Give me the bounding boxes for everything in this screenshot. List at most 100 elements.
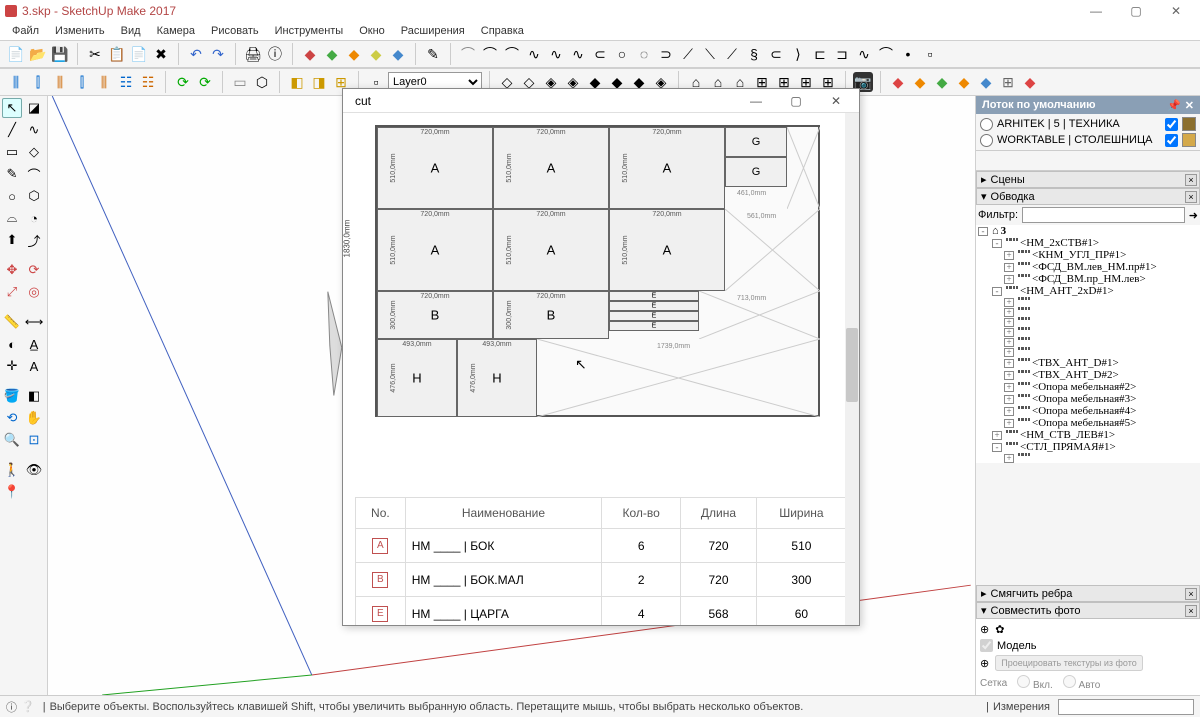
bezier2-button[interactable]: ∿ — [546, 44, 566, 64]
3dtext-tool[interactable]: A — [24, 356, 44, 376]
soften-collapse-icon[interactable]: × — [1185, 588, 1197, 600]
copy-button[interactable]: 📋 — [107, 44, 127, 64]
menu-Камера[interactable]: Камера — [149, 25, 203, 37]
angle-button[interactable]: ⟩ — [788, 44, 808, 64]
curve5-button[interactable]: ⟋ — [722, 44, 742, 64]
polygon-tool[interactable]: ⬡ — [24, 186, 44, 206]
box2-button[interactable]: ◨ — [309, 72, 329, 92]
square-button[interactable]: ▫ — [920, 44, 940, 64]
arc3-button[interactable]: ⌒ — [502, 44, 522, 64]
rect-tool[interactable]: ▭ — [2, 142, 22, 162]
curve7-button[interactable]: ∿ — [854, 44, 874, 64]
ext4-button[interactable]: ◆ — [954, 72, 974, 92]
print-button[interactable]: 🖨 — [243, 44, 263, 64]
refresh2-button[interactable]: ⟳ — [195, 72, 215, 92]
outliner-item[interactable]: + — [976, 453, 1200, 463]
bezier1-button[interactable]: ∿ — [524, 44, 544, 64]
refresh1-button[interactable]: ⟳ — [173, 72, 193, 92]
walk-tool[interactable]: 🚶 — [2, 460, 22, 480]
move-tool[interactable]: ✥ — [2, 260, 22, 280]
align6-button[interactable]: ☷ — [116, 72, 136, 92]
material-swatch[interactable] — [1182, 133, 1196, 147]
curve3-button[interactable]: ⟋ — [678, 44, 698, 64]
solid-red-button[interactable]: ◆ — [300, 44, 320, 64]
text-tool[interactable]: A̲ — [24, 334, 44, 354]
orbit-tool[interactable]: ⟲ — [2, 408, 22, 428]
pushpull-tool[interactable]: ⬆ — [2, 230, 22, 250]
material-radio[interactable] — [980, 118, 993, 131]
gear-icon[interactable]: ✿ — [995, 623, 1004, 636]
ext3-button[interactable]: ◆ — [932, 72, 952, 92]
bucket-tool[interactable]: 🪣 — [2, 386, 22, 406]
add-icon[interactable]: ⊕ — [980, 623, 989, 636]
outliner-item[interactable]: + — [976, 327, 1200, 337]
pin-icon[interactable]: 📌 — [1167, 99, 1181, 112]
curve2-button[interactable]: ⊃ — [656, 44, 676, 64]
tray-close-icon[interactable]: ✕ — [1185, 99, 1194, 112]
outliner-item[interactable]: + — [976, 337, 1200, 347]
align2-button[interactable]: ⫿ — [28, 72, 48, 92]
select-tool[interactable]: ↖ — [2, 98, 22, 118]
extend-button[interactable]: ⊐ — [832, 44, 852, 64]
arc2-button[interactable]: ⌒ — [480, 44, 500, 64]
bezier3-button[interactable]: ∿ — [568, 44, 588, 64]
outliner-item[interactable]: + — [976, 297, 1200, 307]
protractor-tool[interactable]: ◐ — [2, 334, 22, 354]
scenes-section-header[interactable]: ▸ Сцены× — [976, 171, 1200, 188]
align3-button[interactable]: ⫼ — [50, 72, 70, 92]
curve4-button[interactable]: ⟍ — [700, 44, 720, 64]
arc2-tool[interactable]: ⌓ — [2, 208, 22, 228]
outliner-item[interactable]: + <КНМ_УГЛ_ПР#1> — [976, 249, 1200, 261]
undo-button[interactable]: ↶ — [186, 44, 206, 64]
circle-tool[interactable]: ○ — [2, 186, 22, 206]
scale-tool[interactable]: ⤢ — [2, 282, 22, 302]
circle-button[interactable]: ○ — [612, 44, 632, 64]
circle-dash-button[interactable]: ◌ — [634, 44, 654, 64]
outliner-item[interactable]: + <Опора мебельная#4> — [976, 405, 1200, 417]
cut-body[interactable]: 1830,0mm 720,0mm510,0mmA 720,0mm510,0mmA… — [343, 113, 859, 625]
curve1-button[interactable]: ⊂ — [590, 44, 610, 64]
material-radio[interactable] — [980, 134, 993, 147]
zoom-tool[interactable]: 🔍 — [2, 430, 22, 450]
ext7-button[interactable]: ◆ — [1020, 72, 1040, 92]
match-collapse-icon[interactable]: × — [1185, 605, 1197, 617]
maximize-button[interactable]: ▢ — [1116, 0, 1156, 22]
material-visible-checkbox[interactable] — [1165, 118, 1178, 131]
outliner-section-header[interactable]: ▾ Обводка× — [976, 188, 1200, 205]
outliner-item[interactable]: + — [976, 307, 1200, 317]
cut-scrollbar[interactable] — [845, 113, 859, 625]
open-button[interactable]: 📂 — [28, 44, 48, 64]
outliner-item[interactable]: + <НМ_СТВ_ЛЕВ#1> — [976, 429, 1200, 441]
zoomext-tool[interactable]: ⊡ — [24, 430, 44, 450]
curve6-button[interactable]: ⊂ — [766, 44, 786, 64]
cut-minimize-button[interactable]: — — [739, 94, 773, 108]
soften-section-header[interactable]: ▸ Смягчить ребра× — [976, 585, 1200, 602]
filter-go-icon[interactable]: ➜ — [1189, 209, 1198, 222]
ext2-button[interactable]: ◆ — [910, 72, 930, 92]
redo-button[interactable]: ↷ — [208, 44, 228, 64]
helix-button[interactable]: § — [744, 44, 764, 64]
arc-tool[interactable]: ⌒ — [24, 164, 44, 184]
outliner-item[interactable]: - <СТЛ_ПРЯМАЯ#1> — [976, 441, 1200, 453]
align7-button[interactable]: ☷ — [138, 72, 158, 92]
material-swatch[interactable] — [1182, 117, 1196, 131]
rect-button[interactable]: ▭ — [230, 72, 250, 92]
solid-green-button[interactable]: ◆ — [322, 44, 342, 64]
pan-tool[interactable]: ✋ — [24, 408, 44, 428]
line-tool[interactable]: ╱ — [2, 120, 22, 140]
table-row[interactable]: BНМ ____ | БОК.МАЛ2720300 — [356, 563, 847, 597]
model-info-button[interactable]: ⓘ — [265, 44, 285, 64]
material-visible-checkbox[interactable] — [1165, 134, 1178, 147]
pencil-tool[interactable]: ✎ — [2, 164, 22, 184]
curve8-button[interactable]: ⌒ — [876, 44, 896, 64]
dim-tool[interactable]: ⟷ — [24, 312, 44, 332]
table-row[interactable]: EНМ ____ | ЦАРГА456860 — [356, 597, 847, 626]
followme-tool[interactable]: ⤴ — [24, 230, 44, 250]
align1-button[interactable]: ⫼ — [6, 72, 26, 92]
menu-Окно[interactable]: Окно — [351, 25, 393, 37]
save-button[interactable]: 💾 — [50, 44, 70, 64]
outliner-tree[interactable]: -⌂ 3- <НМ_2хСТВ#1>+ <КНМ_УГЛ_ПР#1>+ <ФСД… — [976, 225, 1200, 463]
freehand-tool[interactable]: ∿ — [24, 120, 44, 140]
help-icon[interactable]: ❔ — [21, 700, 35, 713]
solid-yellow-button[interactable]: ◆ — [366, 44, 386, 64]
